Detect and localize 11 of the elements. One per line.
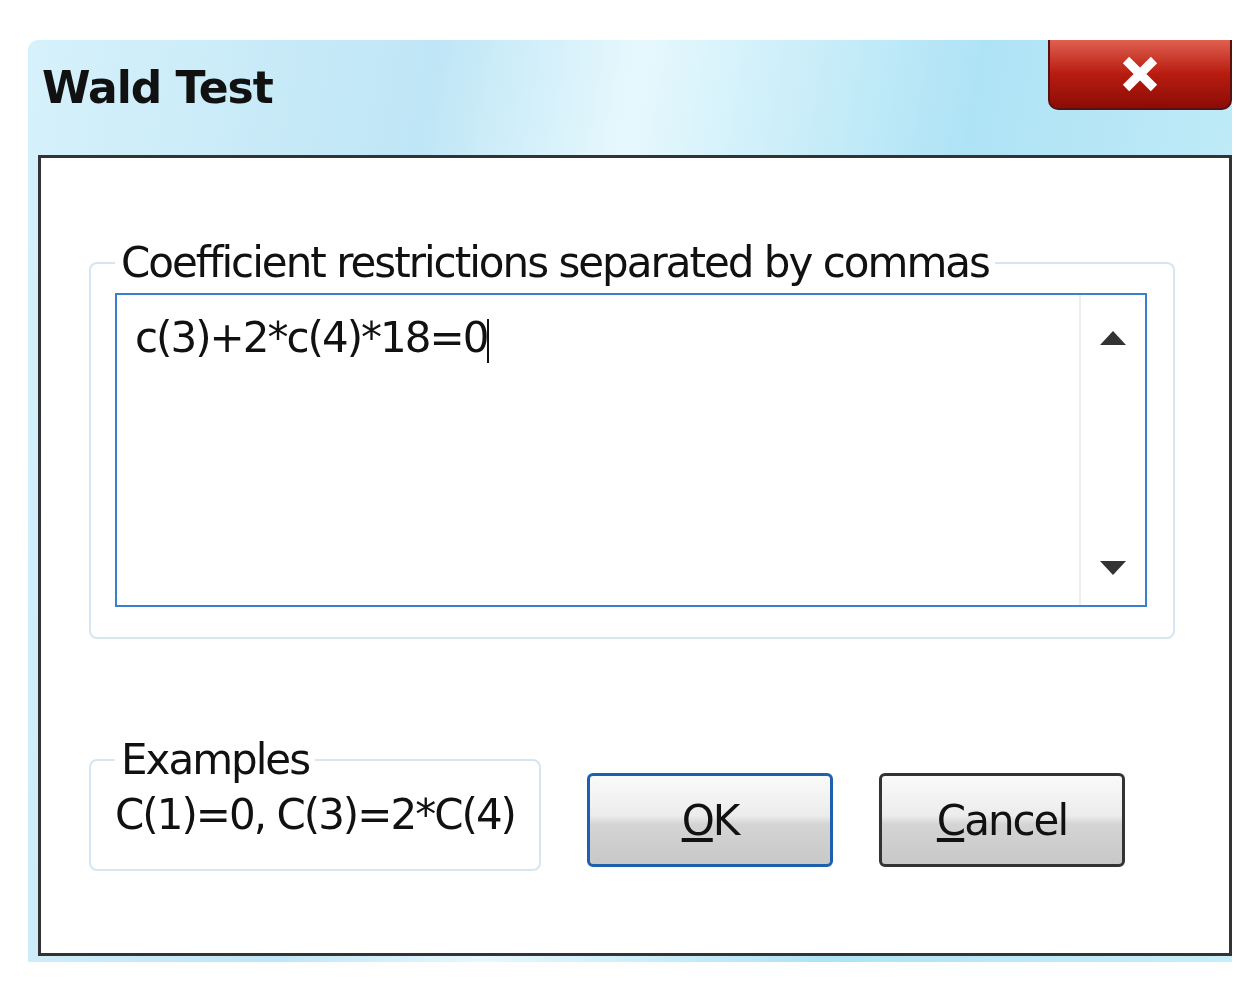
close-icon xyxy=(1120,54,1160,94)
cancel-button[interactable]: Cancel xyxy=(879,773,1125,867)
group-label: Coefficient restrictions separated by commas xyxy=(120,238,990,287)
ok-button[interactable]: OK xyxy=(587,773,833,867)
scroll-up-icon[interactable] xyxy=(1100,331,1126,345)
window-title: Wald Test xyxy=(42,62,273,113)
scroll-down-icon[interactable] xyxy=(1100,561,1126,575)
examples-text: C(1)=0, C(3)=2*C(4) xyxy=(115,790,515,839)
group-label: Examples xyxy=(120,735,311,784)
close-button[interactable] xyxy=(1048,40,1232,110)
restrictions-field[interactable]: c(3)+2*c(4)*18=0 xyxy=(115,293,1147,607)
